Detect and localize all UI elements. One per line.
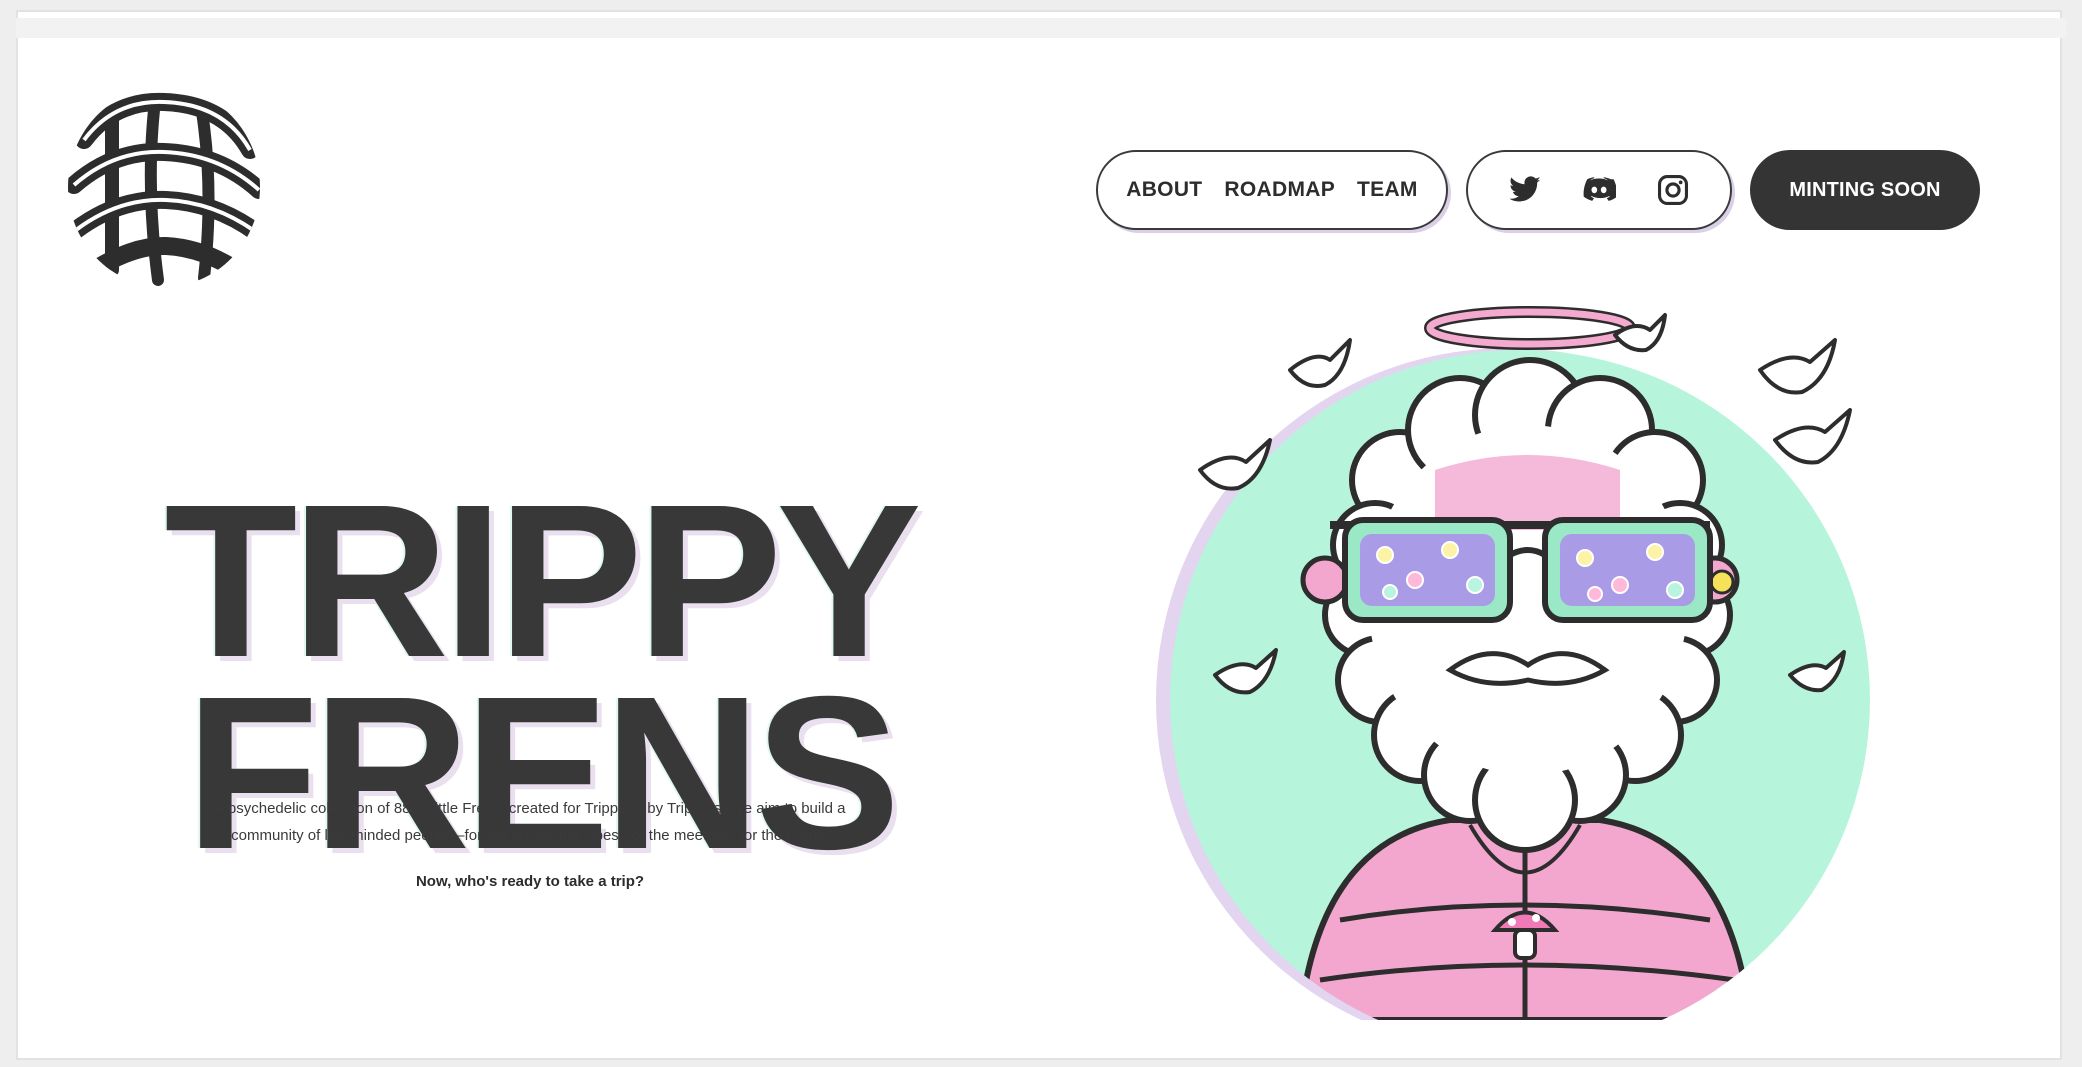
earring	[1709, 569, 1735, 595]
nav-about-link[interactable]: ABOUT	[1126, 178, 1202, 202]
trippy-frens-logo[interactable]	[54, 80, 274, 295]
trippy-fren-illustration	[1156, 306, 1870, 1020]
minting-soon-button[interactable]: MINTING SOON	[1750, 150, 1980, 230]
hero-title-line-1: TRIPPY	[164, 460, 921, 704]
hero-call-to-action: Now, who's ready to take a trip?	[415, 873, 645, 890]
discord-icon[interactable]	[1582, 173, 1616, 207]
twitter-icon[interactable]	[1508, 173, 1542, 207]
nav-team-link[interactable]: TEAM	[1357, 178, 1418, 202]
top-strip	[16, 18, 2066, 38]
nav-roadmap-link[interactable]: ROADMAP	[1224, 178, 1335, 202]
social-links	[1466, 150, 1732, 230]
instagram-icon[interactable]	[1656, 173, 1690, 207]
main-nav: ABOUT ROADMAP TEAM	[1096, 150, 1448, 230]
hero-description: A psychedelic collection of 8888 little …	[214, 800, 846, 844]
